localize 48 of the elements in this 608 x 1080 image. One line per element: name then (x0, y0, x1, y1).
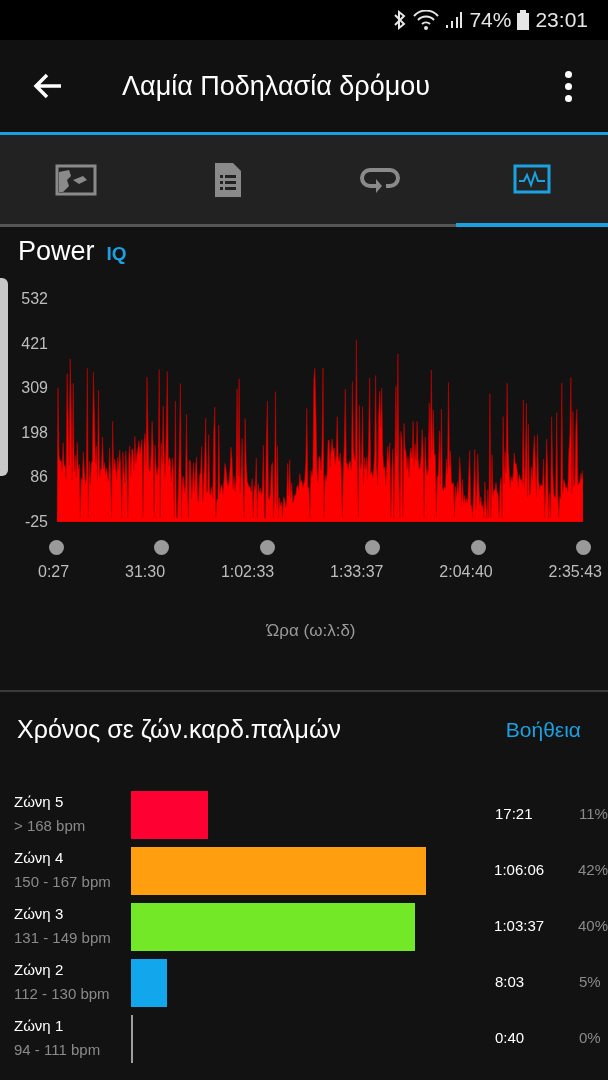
zone-range: 150 - 167 bpm (14, 871, 112, 892)
y-axis-label: 532 (21, 290, 48, 308)
battery-percent: 74% (469, 7, 512, 34)
clock: 23:01 (535, 7, 588, 34)
y-axis-label: 421 (21, 334, 48, 353)
x-axis-label: 1:02:33 (220, 562, 275, 582)
zone-range: 112 - 130 bpm (14, 983, 111, 1004)
y-axis-label: 309 (21, 379, 48, 398)
zone-percent: 42% (577, 860, 608, 881)
x-axis-label: 31:30 (125, 562, 166, 582)
zone-range: 94 - 111 bpm (14, 1039, 102, 1060)
zone-percent: 11% (579, 804, 608, 825)
zone-time: 0:40 (495, 1028, 526, 1049)
zone-percent: 0% (579, 1028, 601, 1049)
zone-range: > 168 bpm (14, 815, 87, 836)
iq-label: IQ (106, 242, 127, 266)
side-handle[interactable] (0, 278, 8, 476)
zone-percent: 40% (577, 916, 608, 937)
zone-time: 17:21 (495, 804, 534, 825)
zone-name: Ζώνη 4 (14, 847, 65, 868)
zone-name: Ζώνη 3 (14, 903, 65, 924)
zone-percent: 5% (579, 972, 601, 993)
screen-title: Λαμία Ποδηλασία δρόμου (122, 69, 432, 103)
battery-icon (517, 10, 530, 30)
wifi-icon (413, 10, 440, 30)
zone-time: 1:06:06 (494, 860, 546, 881)
bluetooth-icon (393, 10, 408, 30)
zone-name: Ζώνη 2 (14, 959, 65, 980)
y-axis-label: 198 (21, 423, 48, 442)
chart-title: Power (18, 235, 95, 268)
x-axis-label: 0:27 (38, 562, 70, 582)
zone-name: Ζώνη 1 (14, 1015, 65, 1036)
axis-title: Ώρα (ω:λ:δ) (265, 620, 356, 642)
zone-range: 131 - 149 bpm (14, 927, 112, 948)
zone-name: Ζώνη 5 (14, 791, 65, 812)
signal-icon (445, 10, 464, 30)
y-axis-label: -25 (24, 512, 48, 531)
zone-time: 8:03 (495, 972, 526, 993)
x-axis-label: 2:35:43 (548, 562, 602, 582)
section-title: Χρόνος σε ζών.καρδ.παλμών (17, 713, 342, 745)
x-axis-label: 1:33:37 (330, 562, 384, 582)
y-axis-label: 86 (30, 468, 48, 487)
chart-icon (513, 164, 551, 194)
help-link[interactable]: Βοήθεια (505, 713, 591, 746)
document-icon (213, 160, 243, 199)
x-axis-label: 2:04:40 (439, 562, 493, 582)
zone-time: 1:03:37 (494, 916, 546, 937)
map-icon (55, 163, 97, 196)
